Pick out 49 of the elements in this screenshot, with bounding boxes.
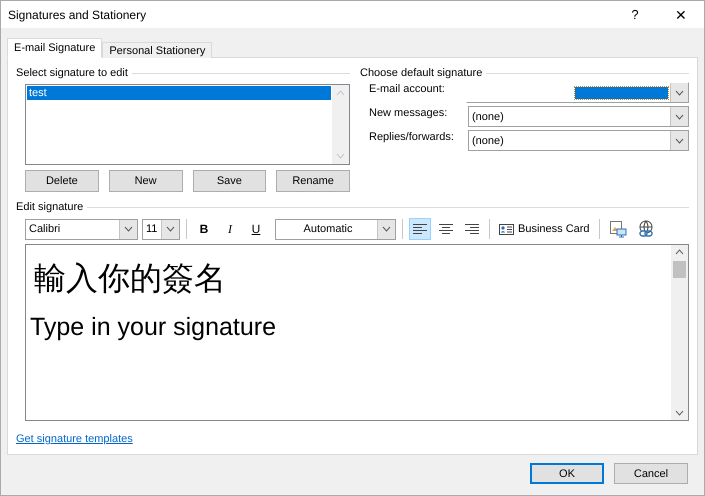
contact-card-icon xyxy=(499,224,514,234)
section-heading: Select signature to edit xyxy=(16,67,128,79)
action-button[interactable]: New xyxy=(108,170,182,192)
action-button[interactable]: Save xyxy=(192,170,266,192)
section-heading: Edit signature xyxy=(16,201,84,213)
scroll-thumb[interactable] xyxy=(673,261,686,278)
chevron-down-icon xyxy=(675,90,684,96)
signature-list[interactable]: test xyxy=(25,84,350,165)
window-title: Signatures and Stationery xyxy=(8,8,148,22)
signature-text: Type in your signature xyxy=(30,313,277,342)
field-label: New messages: xyxy=(369,106,448,119)
underline-button[interactable]: U xyxy=(245,218,267,240)
align-left-icon xyxy=(412,223,428,235)
color-dropdown[interactable]: Automatic xyxy=(275,218,396,240)
field-label: Replies/forwards: xyxy=(369,130,455,143)
action-button[interactable]: Delete xyxy=(25,170,99,192)
chevron-down-icon xyxy=(124,226,133,232)
align-center-icon xyxy=(438,223,454,235)
list-item[interactable]: test xyxy=(27,86,331,100)
scrollbar[interactable] xyxy=(671,245,688,420)
insert-picture-icon[interactable] xyxy=(608,220,627,238)
chevron-down-icon xyxy=(675,138,684,144)
templates-link[interactable]: Get signature templates xyxy=(16,433,133,445)
close-button[interactable]: ✕ xyxy=(658,1,704,28)
chevron-up-icon[interactable] xyxy=(675,249,684,255)
font-dropdown[interactable]: Calibri xyxy=(25,218,138,240)
action-button[interactable]: Rename xyxy=(276,170,350,192)
align-right-icon xyxy=(464,223,480,235)
tab[interactable]: E-mail Signature xyxy=(7,38,102,58)
dropdown[interactable]: (none) xyxy=(468,130,689,151)
dropdown[interactable]: (none) xyxy=(468,106,689,127)
chevron-down-icon xyxy=(166,226,175,232)
chevron-down-icon xyxy=(675,114,684,120)
dialog-button[interactable]: Cancel xyxy=(614,463,688,484)
signature-text: 輸入你的簽名 xyxy=(33,258,227,299)
dialog-button[interactable]: OK xyxy=(530,463,604,484)
align-left-button[interactable] xyxy=(409,218,431,240)
help-button[interactable]: ? xyxy=(612,1,658,28)
section-heading: Choose default signature xyxy=(360,67,482,79)
bold-button[interactable]: B xyxy=(193,218,215,240)
hyperlink-icon[interactable] xyxy=(636,220,655,238)
tab[interactable]: Personal Stationery xyxy=(102,42,212,58)
size-dropdown[interactable]: 11 xyxy=(142,218,180,240)
chevron-down-icon xyxy=(382,226,391,232)
field-label: E-mail account: xyxy=(369,82,446,95)
signature-editor[interactable]: 輸入你的簽名 Type in your signature xyxy=(25,244,689,421)
italic-button[interactable]: I xyxy=(219,218,241,240)
chevron-down-icon[interactable] xyxy=(675,410,684,416)
business-card-button[interactable]: Business Card xyxy=(496,218,593,240)
